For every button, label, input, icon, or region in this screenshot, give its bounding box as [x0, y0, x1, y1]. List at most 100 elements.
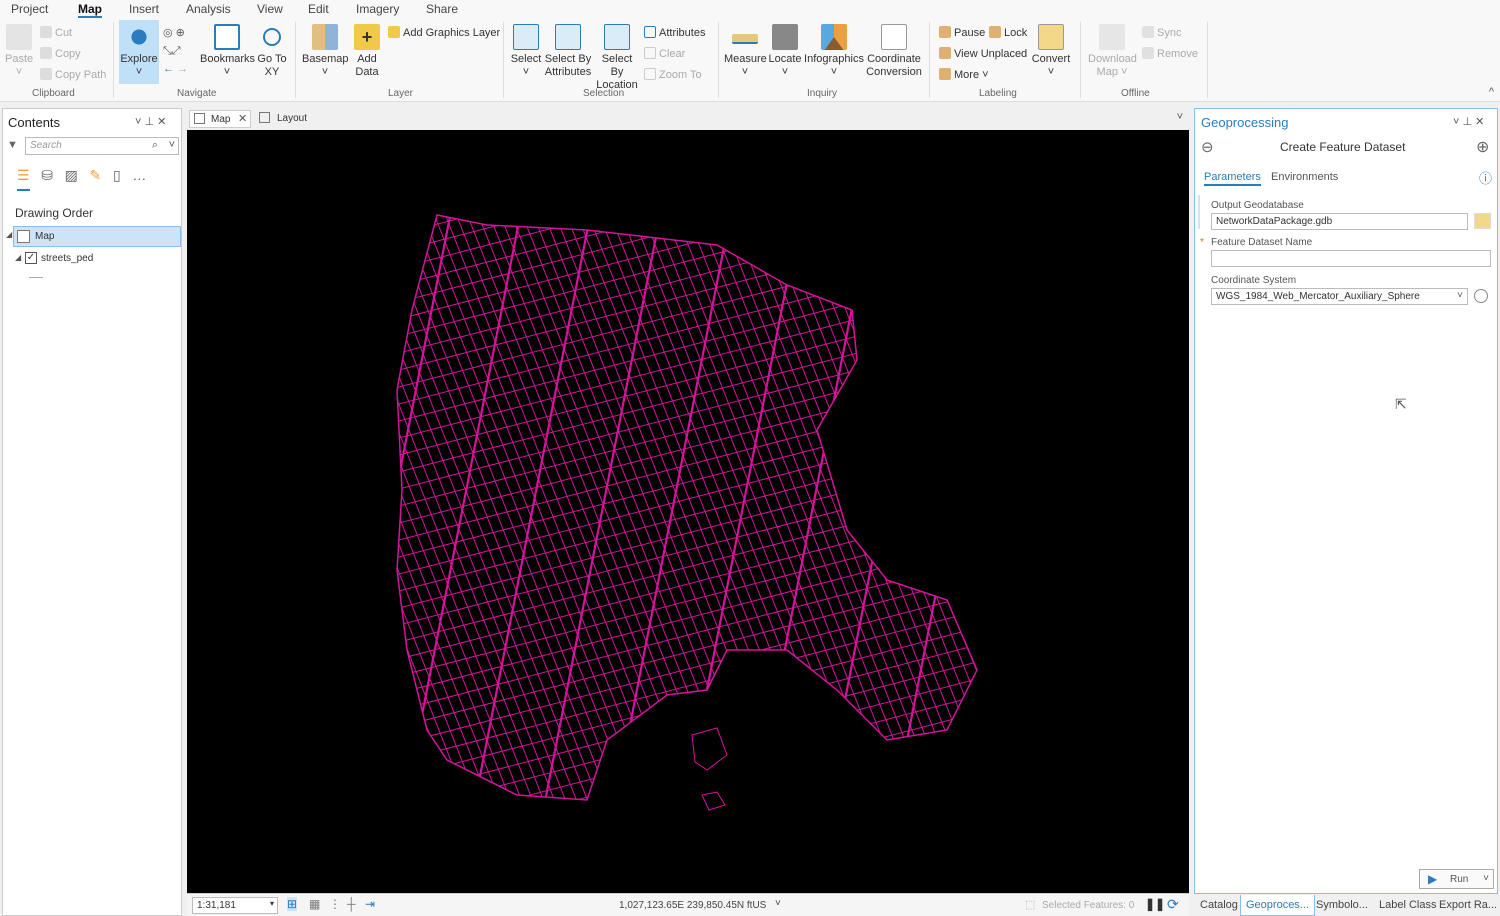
basemap-button[interactable]: Basemap ˅: [302, 24, 348, 79]
cut-button[interactable]: Cut: [40, 26, 72, 39]
tab-label-class[interactable]: Label Class: [1379, 899, 1436, 911]
copy-button[interactable]: Copy: [40, 47, 81, 60]
pause-drawing-icon[interactable]: ❚❚: [1145, 897, 1165, 911]
view-unplaced-button[interactable]: View Unplaced: [939, 47, 1027, 60]
street: [687, 728, 977, 800]
feature-dataset-name-input[interactable]: [1211, 250, 1491, 267]
close-icon[interactable]: ✕: [238, 112, 247, 125]
layer-tree-item[interactable]: ◢ ✓ streets_ped: [15, 251, 175, 267]
coordinate-system-select[interactable]: WGS_1984_Web_Mercator_Auxiliary_Sphere ˅: [1211, 288, 1468, 305]
map-tree-item[interactable]: ◢ Map: [6, 226, 181, 247]
bookmarks-button[interactable]: Bookmarks ˅: [200, 24, 255, 79]
map-view-tab[interactable]: Map ✕: [189, 110, 251, 128]
filter-icon[interactable]: ▼: [7, 139, 18, 151]
pane-menu-icon[interactable]: ˅ ⊥ ✕: [135, 115, 166, 128]
tab-catalog[interactable]: Catalog: [1200, 899, 1238, 911]
back-icon[interactable]: ←: [163, 63, 174, 75]
locate-button[interactable]: Locate ˅: [768, 24, 802, 79]
infographics-button[interactable]: Infographics ˅: [804, 24, 864, 79]
pane-menu-icon[interactable]: ˅ ⊥ ✕: [1453, 115, 1484, 128]
list-by-drawing-order-icon[interactable]: ☰: [17, 167, 30, 191]
contents-search-input[interactable]: Search ⌕ ˅: [25, 137, 179, 155]
mouse-cursor: ⇱: [1395, 396, 1407, 412]
explore-button[interactable]: Explore ˅: [119, 20, 159, 84]
run-button[interactable]: ▶ Run ˅: [1419, 869, 1494, 889]
select-button[interactable]: Select ˅: [510, 24, 542, 79]
map-canvas[interactable]: [187, 130, 1189, 893]
list-by-editing-icon[interactable]: ✎: [90, 167, 102, 183]
tabs-dropdown-icon[interactable]: ˅: [1177, 111, 1183, 123]
list-by-source-icon[interactable]: ⛁: [41, 167, 53, 183]
visibility-checkbox[interactable]: ✓: [25, 252, 37, 264]
download-map-button[interactable]: Download Map ˅: [1088, 24, 1137, 79]
add-data-button[interactable]: + Add Data: [350, 24, 384, 79]
tab-geoprocessing[interactable]: Geoproces...: [1240, 895, 1315, 916]
measure-icon[interactable]: ⇥: [365, 897, 375, 911]
street: [915, 215, 977, 377]
street: [794, 215, 977, 685]
coordinate-format-dropdown[interactable]: ˅: [775, 898, 781, 909]
constraints-icon[interactable]: ⋮: [329, 897, 341, 911]
layout-view-tab[interactable]: Layout: [257, 110, 319, 128]
chevron-down-icon[interactable]: ˅: [169, 139, 175, 151]
collapse-icon[interactable]: ◢: [15, 253, 21, 262]
tab-export-raster[interactable]: Export Ra...: [1439, 899, 1497, 911]
tab-edit[interactable]: Edit: [308, 2, 329, 16]
output-geodatabase-input[interactable]: NetworkDataPackage.gdb: [1211, 213, 1468, 230]
search-icon[interactable]: ⌕: [152, 139, 158, 152]
help-icon[interactable]: ⓘ: [1479, 168, 1492, 187]
coordinate-conversion-button[interactable]: Coordinate Conversion: [866, 24, 922, 79]
select-by-location-button[interactable]: Select By Location: [594, 24, 640, 92]
snapping-icon[interactable]: ⊞: [287, 897, 298, 911]
grid-icon[interactable]: ▦: [309, 897, 320, 911]
tab-parameters[interactable]: Parameters: [1204, 171, 1261, 186]
forward-icon[interactable]: →: [177, 63, 188, 75]
tab-analysis[interactable]: Analysis: [186, 2, 231, 16]
zoom-to-selection-button[interactable]: Zoom To: [644, 68, 702, 81]
coordinate-conversion-icon: [881, 24, 907, 50]
collapse-icon[interactable]: ◢: [6, 230, 12, 239]
attributes-button[interactable]: Attributes: [644, 26, 705, 39]
select-by-attributes-button[interactable]: Select By Attributes: [544, 24, 592, 79]
tab-map[interactable]: Map: [78, 2, 102, 18]
browse-folder-icon[interactable]: [1474, 213, 1491, 229]
tab-insert[interactable]: Insert: [129, 2, 159, 16]
sync-button[interactable]: Sync: [1142, 26, 1181, 39]
street: [397, 456, 977, 611]
add-tool-icon[interactable]: ⊕: [1476, 137, 1489, 157]
tab-environments[interactable]: Environments: [1271, 171, 1338, 183]
navigate-tools: ◎ ⊕ ⤡⤢ ← →: [163, 24, 195, 78]
remove-button[interactable]: Remove: [1142, 47, 1198, 60]
play-icon: ▶: [1428, 872, 1438, 886]
pause-labels-button[interactable]: Pause: [939, 26, 985, 39]
tab-symbology[interactable]: Symbolo...: [1316, 899, 1368, 911]
convert-button[interactable]: Convert ˅: [1031, 24, 1071, 79]
street: [823, 215, 943, 800]
more-labeling-button[interactable]: More ˅: [939, 68, 989, 81]
full-extent-icon[interactable]: ◎ ⊕: [163, 27, 185, 39]
go-to-xy-button[interactable]: Go To XY: [257, 24, 287, 79]
list-by-selection-icon[interactable]: ▨: [65, 167, 78, 183]
tab-project[interactable]: Project: [11, 2, 48, 16]
selected-features-count: Selected Features: 0: [1042, 900, 1135, 911]
collapse-ribbon-icon[interactable]: ^: [1489, 86, 1494, 98]
more-options-icon[interactable]: …: [132, 167, 146, 183]
paste-button[interactable]: Paste ˅: [5, 24, 33, 79]
clear-selection-button[interactable]: Clear: [644, 47, 685, 60]
globe-icon[interactable]: [1474, 289, 1488, 303]
copy-path-button[interactable]: Copy Path: [40, 68, 106, 81]
tab-share[interactable]: Share: [426, 2, 458, 16]
correction-icon[interactable]: ┼: [347, 897, 356, 911]
tab-view[interactable]: View: [257, 2, 283, 16]
street: [673, 215, 909, 800]
scale-selector[interactable]: 1:31,181 ▾: [192, 897, 278, 914]
add-graphics-layer-button[interactable]: Add Graphics Layer: [388, 26, 500, 39]
fixed-zoom-icon[interactable]: ⤡⤢: [163, 45, 181, 57]
tab-imagery[interactable]: Imagery: [356, 2, 399, 16]
street: [397, 722, 425, 800]
lock-labels-button[interactable]: Lock: [989, 26, 1027, 39]
list-by-snapping-icon[interactable]: ▯: [113, 167, 121, 183]
measure-button[interactable]: Measure ˅: [724, 24, 767, 79]
back-icon[interactable]: ⊖: [1201, 138, 1214, 156]
refresh-icon[interactable]: ⟳: [1167, 896, 1179, 913]
